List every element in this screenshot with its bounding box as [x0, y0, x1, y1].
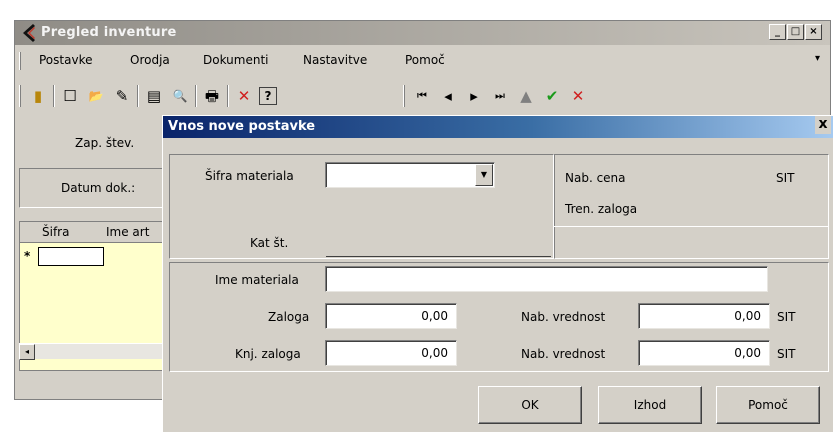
- new-item-dialog: Vnos nove postavke x Šifra materiala ▼ K…: [162, 115, 833, 432]
- chart-icon[interactable]: ▮: [27, 85, 49, 107]
- dropdown-arrow-icon[interactable]: ▼: [475, 164, 493, 186]
- horizontal-scrollbar[interactable]: ◂: [19, 343, 169, 360]
- dialog-close-icon[interactable]: x: [815, 116, 831, 134]
- zaloga-input[interactable]: 0,00: [325, 303, 457, 329]
- first-record-icon[interactable]: ⏮: [411, 85, 433, 107]
- printer-icon[interactable]: 🖶: [201, 85, 223, 107]
- kat-st-label: Kat št.: [250, 236, 289, 250]
- menu-grip[interactable]: [19, 52, 21, 70]
- menu-postavke[interactable]: Postavke: [39, 53, 92, 67]
- next-record-icon[interactable]: ▸: [463, 85, 485, 107]
- help-icon[interactable]: ?: [259, 87, 277, 105]
- ok-button[interactable]: OK: [478, 386, 582, 424]
- zap-stev-label: Zap. štev.: [75, 136, 135, 150]
- new-row-marker: *: [24, 249, 31, 263]
- last-record-icon[interactable]: ⏭: [489, 85, 511, 107]
- izhod-button[interactable]: Izhod: [598, 386, 702, 424]
- previous-record-icon[interactable]: ◂: [437, 85, 459, 107]
- column-header-sifra[interactable]: Šifra: [42, 225, 69, 239]
- ime-materiala-input[interactable]: [325, 266, 768, 292]
- minimize-button[interactable]: _: [769, 24, 786, 40]
- open-folder-icon[interactable]: 📂: [85, 85, 107, 107]
- print-preview-icon[interactable]: ▤: [143, 85, 165, 107]
- sifra-materiala-label: Šifra materiala: [205, 169, 294, 183]
- datum-dok-label: Datum dok.:: [61, 181, 136, 195]
- nab-vrednost-label: Nab. vrednost: [521, 310, 606, 324]
- toolbar-separator: [227, 85, 229, 107]
- new-document-icon[interactable]: ☐: [59, 85, 81, 107]
- price-group-divider: [554, 226, 829, 227]
- cancel-icon[interactable]: ✕: [567, 85, 589, 107]
- nab-cena-unit: SIT: [776, 171, 795, 185]
- zoom-icon[interactable]: 🔍: [169, 85, 191, 107]
- toolbar-separator: [195, 85, 197, 107]
- nab-vrednost-2-label: Nab. vrednost: [521, 347, 606, 361]
- eraser-icon[interactable]: ✎: [111, 85, 133, 107]
- nab-vrednost-input[interactable]: 0,00: [638, 303, 770, 329]
- knj-zaloga-input[interactable]: 0,00: [325, 340, 457, 366]
- toolbar-separator: [137, 85, 139, 107]
- nab-vrednost-2-unit: SIT: [777, 347, 796, 361]
- main-window-title: Pregled inventure: [41, 25, 177, 40]
- ime-materiala-label: Ime materiala: [215, 273, 299, 287]
- column-header-ime[interactable]: Ime art: [106, 225, 149, 239]
- toolbar-separator: [53, 85, 55, 107]
- dialog-title-bar[interactable]: Vnos nove postavke x: [163, 116, 833, 138]
- grid-header: Šifra Ime art: [20, 222, 170, 243]
- scroll-left-icon[interactable]: ◂: [19, 344, 35, 360]
- nab-cena-label: Nab. cena: [565, 171, 626, 185]
- nab-vrednost-unit: SIT: [777, 310, 796, 324]
- menu-bar: Postavke Orodja Dokumenti Nastavitve Pom…: [15, 49, 830, 73]
- delete-icon[interactable]: ✕: [233, 85, 255, 107]
- grid-edit-cell[interactable]: [38, 247, 104, 266]
- sifra-materiala-combo[interactable]: ▼: [325, 162, 495, 188]
- kat-st-underline: [326, 256, 551, 257]
- menu-orodja[interactable]: Orodja: [130, 53, 170, 67]
- pomoc-button[interactable]: Pomoč: [716, 386, 820, 424]
- toolbar-grip[interactable]: [19, 85, 21, 107]
- toolbar-grip[interactable]: [403, 85, 405, 107]
- app-logo-icon: [23, 24, 35, 42]
- nab-vrednost-2-input[interactable]: 0,00: [638, 340, 770, 366]
- menu-pomoc[interactable]: Pomoč: [405, 53, 445, 67]
- maximize-button[interactable]: □: [787, 24, 804, 40]
- menu-nastavitve[interactable]: Nastavitve: [303, 53, 367, 67]
- confirm-icon[interactable]: ✔: [541, 85, 563, 107]
- zaloga-label: Zaloga: [268, 310, 310, 324]
- up-icon[interactable]: ▲: [515, 85, 537, 107]
- menu-overflow-chevron-icon[interactable]: ▾: [815, 53, 820, 64]
- main-title-bar[interactable]: Pregled inventure _ □ ×: [15, 21, 830, 45]
- close-button[interactable]: ×: [805, 24, 822, 40]
- dialog-title: Vnos nove postavke: [168, 119, 316, 134]
- menu-dokumenti[interactable]: Dokumenti: [203, 53, 268, 67]
- tren-zaloga-label: Tren. zaloga: [565, 202, 638, 216]
- toolbar: ▮ ☐ 📂 ✎ ▤ 🔍 🖶 ✕ ? ⏮ ◂ ▸ ⏭ ▲ ✔ ✕: [15, 81, 675, 111]
- knj-zaloga-label: Knj. zaloga: [235, 347, 301, 361]
